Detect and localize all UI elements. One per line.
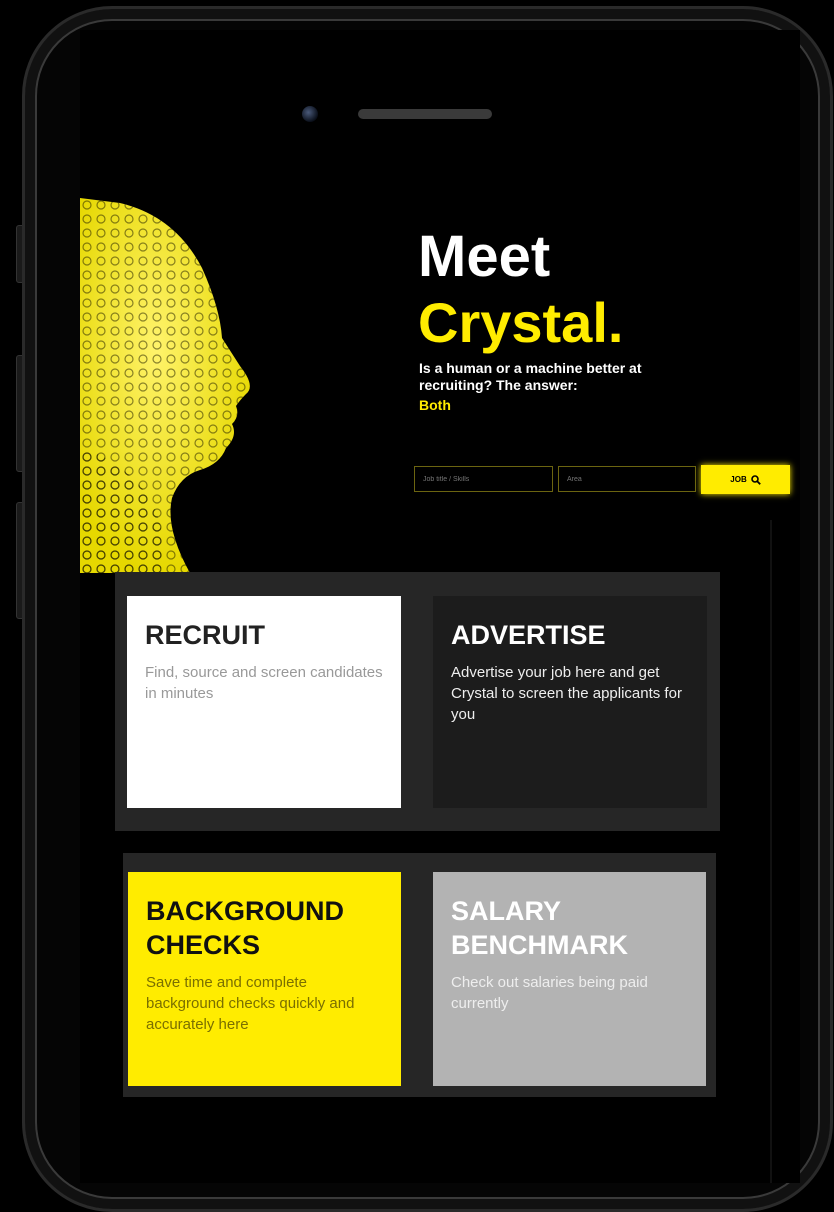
hero-title-meet: Meet bbox=[418, 224, 551, 289]
job-search-button-label: JOB bbox=[730, 475, 747, 484]
advertise-card-title: ADVERTISE bbox=[451, 620, 606, 650]
screen-divider bbox=[770, 520, 772, 1183]
hero-answer: Both bbox=[419, 397, 451, 413]
recruit-card-description: Find, source and screen candidates in mi… bbox=[145, 664, 383, 702]
advertise-card-description: Advertise your job here and get Crystal … bbox=[451, 664, 682, 723]
background-checks-card-title: BACKGROUND CHECKS bbox=[146, 896, 344, 960]
earpiece-speaker bbox=[358, 109, 492, 119]
front-camera bbox=[302, 106, 318, 122]
advertise-card[interactable]: ADVERTISE Advertise your job here and ge… bbox=[433, 596, 707, 808]
job-search-button[interactable]: JOB bbox=[701, 465, 790, 494]
job-keyword-input[interactable] bbox=[414, 466, 553, 492]
salary-benchmark-card-title: SALARY BENCHMARK bbox=[451, 896, 628, 960]
job-location-input[interactable] bbox=[558, 466, 696, 492]
crystal-face-icon bbox=[80, 198, 250, 573]
background-checks-card[interactable]: BACKGROUND CHECKS Save time and complete… bbox=[128, 872, 401, 1086]
search-icon bbox=[750, 474, 761, 485]
hero-subtitle: Is a human or a machine better at recrui… bbox=[419, 360, 642, 393]
salary-benchmark-card[interactable]: SALARY BENCHMARK Check out salaries bein… bbox=[433, 872, 706, 1086]
hero-title-crystal: Crystal. bbox=[418, 291, 624, 354]
salary-benchmark-card-description: Check out salaries being paid currently bbox=[451, 974, 648, 1012]
recruit-card-title: RECRUIT bbox=[145, 620, 265, 650]
recruit-card[interactable]: RECRUIT Find, source and screen candidat… bbox=[127, 596, 401, 808]
background-checks-card-description: Save time and complete background checks… bbox=[146, 974, 355, 1033]
